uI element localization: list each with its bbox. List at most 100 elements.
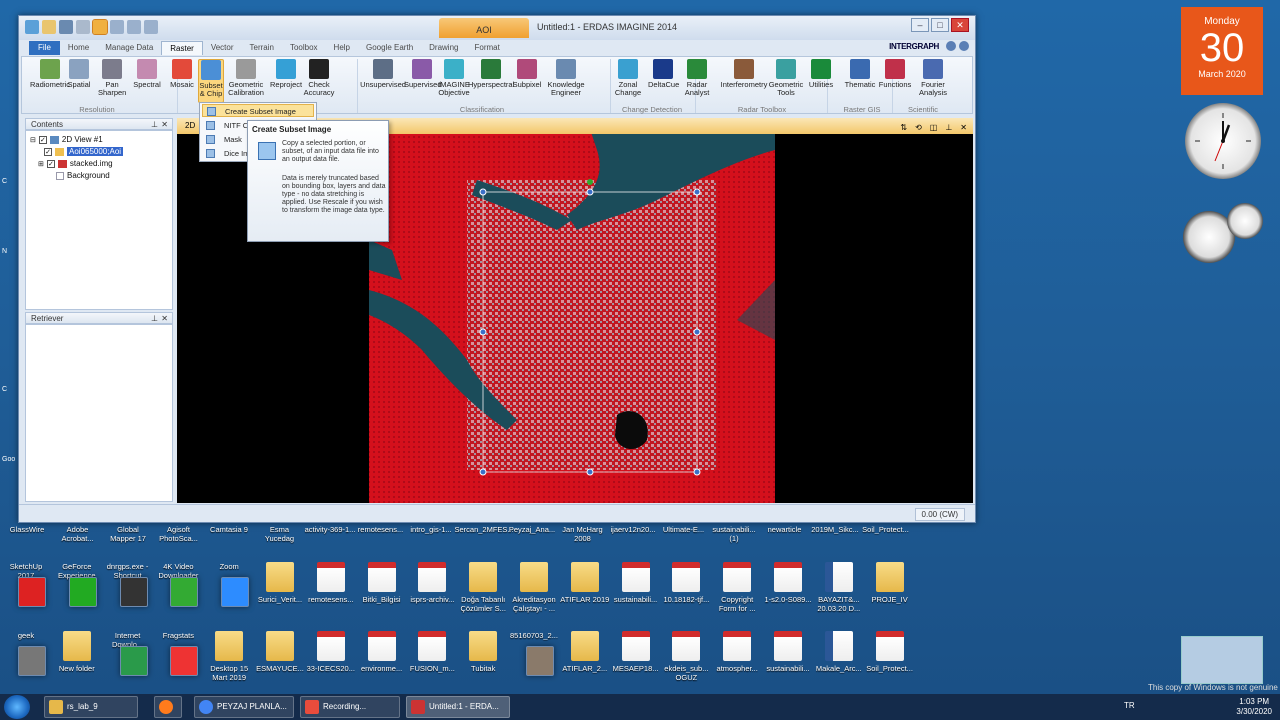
desktop-icon[interactable]: Desktop 15 Mart 2019 [203,631,255,682]
redo-icon[interactable] [144,20,158,34]
desktop-icon[interactable]: isprs-archiv... [406,562,458,604]
close-icon[interactable]: ✕ [161,119,168,130]
ribbon-button-interferometry[interactable]: Interferometry [718,59,770,103]
desktop-icon[interactable]: ekdeis_sub... OGUZ [660,631,712,682]
select-icon[interactable] [92,19,108,35]
desktop-icon-label[interactable]: Soil_Protect... [859,525,913,534]
close-button[interactable]: ✕ [951,18,969,32]
desktop-icon[interactable]: 1-s2.0-S089... [762,562,814,604]
taskbar-item-firefox[interactable] [154,696,182,718]
desktop-icon-label[interactable]: newarticle [758,525,812,534]
desktop-icon-label[interactable]: ijaerv12n20... [606,525,660,534]
desktop-icon[interactable]: FUSION_m... [406,631,458,673]
ribbon-button-check-accuracy[interactable]: Check Accuracy [302,59,336,103]
ribbon-button-reproject[interactable]: Reproject [270,59,302,103]
desktop-icon[interactable]: Makale_Arc... [813,631,865,673]
desktop-icon[interactable]: Surici_Verit... [254,562,306,604]
ribbon-button-subset-chip[interactable]: Subset & Chip [198,59,224,103]
desktop-icon[interactable]: MESAEP18... [610,631,662,673]
desktop-icon[interactable]: 10.18182-tjf... [660,562,712,604]
tree-item-stacked[interactable]: ⊞ ✓ stacked.img [38,159,113,168]
desktop-icon-label[interactable]: Ultimate-E... [657,525,711,534]
tree-item-aoi[interactable]: ✓ Aoi065000;Aoi [44,147,124,156]
checkbox[interactable] [56,171,64,180]
tab-google-earth[interactable]: Google Earth [358,41,421,55]
taskbar-item-recording[interactable]: Recording... [300,696,400,718]
ribbon-button-functions[interactable]: Functions [878,59,912,103]
desktop-icon-label[interactable]: Adobe Acrobat... [51,525,105,543]
desktop-icon-label[interactable]: GlassWire [0,525,54,534]
tab-toolbox[interactable]: Toolbox [282,41,326,55]
expand-icon[interactable]: ⊞ [38,160,44,168]
ribbon-button-geometric-tools[interactable]: Geometric Tools [768,59,804,103]
tab-terrain[interactable]: Terrain [242,41,282,55]
desktop-icon[interactable]: 33-ICECS20... [305,631,357,673]
desktop-icon-label[interactable]: sustainabili... (1) [707,525,761,543]
checkbox[interactable]: ✓ [44,147,52,156]
network-monitor-gadget[interactable] [1181,636,1263,684]
desktop-icon[interactable]: Tubitak [457,631,509,673]
start-button[interactable] [4,695,30,719]
clock-gadget[interactable] [1185,103,1261,179]
desktop-icon-label[interactable]: Jan McHarg 2008 [556,525,610,543]
ribbon-button-utilities[interactable]: Utilities [804,59,838,103]
desktop-icon-label[interactable]: Camtasia 9 [202,525,256,534]
desktop-icon-label[interactable]: Global Mapper 17 [101,525,155,543]
ribbon-button-spatial[interactable]: Spatial [64,59,94,103]
calendar-gadget[interactable]: Monday 30 March 2020 [1181,7,1263,95]
desktop-icon[interactable]: Zoom [203,562,255,607]
close-icon[interactable]: ✕ [161,313,168,324]
desktop-icon[interactable]: PROJE_IV [864,562,916,604]
desktop-icon[interactable]: Copyright Form for ... [711,562,763,613]
desktop-icon[interactable]: Internet Downlo... [102,631,154,676]
desktop-icon[interactable]: Fragstats [152,631,204,676]
desktop-icon-label[interactable]: Esma Yucedag [253,525,307,543]
tab-help[interactable]: Help [326,41,358,55]
tab-manage-data[interactable]: Manage Data [97,41,161,55]
desktop-icon[interactable]: ATIFLAR 2019 [559,562,611,604]
undo-icon[interactable] [127,20,141,34]
ribbon-button-mosaic[interactable]: Mosaic [168,59,196,103]
help-icon[interactable] [959,41,969,51]
ribbon-button-pan-sharpen[interactable]: Pan Sharpen [98,59,126,103]
ribbon-button-geometric-calibration[interactable]: Geometric Calibration [224,59,268,103]
ribbon-button-fourier-analysis[interactable]: Fourier Analysis [914,59,952,103]
desktop-icon-label[interactable]: 2019M_Sikc... [808,525,862,534]
desktop-icon[interactable]: environme... [356,631,408,673]
desktop-icon[interactable]: ESMAYUCE... [254,631,306,673]
system-clock[interactable]: 1:03 PM 3/30/2020 [1236,697,1272,717]
desktop-icon-label[interactable]: intro_gis-1... [404,525,458,534]
desktop-icon[interactable]: ATIFLAR_2... [559,631,611,673]
checkbox[interactable]: ✓ [38,135,47,144]
tab-vector[interactable]: Vector [203,41,242,55]
desktop-icon[interactable]: 4K Video Downloader [152,562,204,607]
ribbon-button-radar-analyst[interactable]: Radar Analyst [682,59,712,103]
tab-drawing[interactable]: Drawing [421,41,466,55]
contextual-tab-aoi[interactable]: AOI [439,18,529,38]
close-icon[interactable]: ✕ [960,120,967,136]
ribbon-button-supervised[interactable]: Supervised [404,59,442,103]
app-logo-icon[interactable] [25,20,39,34]
ribbon-button-subpixel[interactable]: Subpixel [512,59,542,103]
open-icon[interactable] [42,20,56,34]
tab-home[interactable]: Home [60,41,97,55]
taskbar-item-erdas[interactable]: Untitled:1 - ERDA... [406,696,510,718]
pin-icon[interactable]: ⊥ [945,120,952,136]
desktop-icon[interactable]: atmospher... [711,631,763,673]
menu-item-create-subset-image[interactable]: Create Subset Image [202,104,314,117]
desktop-icon-label[interactable]: remotesens... [354,525,408,534]
taskbar-item-explorer[interactable]: rs_lab_9 [44,696,138,718]
print-icon[interactable] [76,20,90,34]
desktop-icon[interactable]: Soil_Protect... [864,631,916,673]
ribbon-button-hyperspectral[interactable]: Hyperspectral [468,59,514,103]
desktop-icon[interactable]: Doğa Tabanlı Çözümler S... [457,562,509,613]
sync-icon[interactable]: ⇅ [900,120,907,136]
ribbon-button-deltacue[interactable]: DeltaCue [648,59,679,103]
desktop-icon-label[interactable]: Agisoft PhotoSca... [152,525,206,543]
desktop-icon-label[interactable]: activity-369-1... [303,525,357,534]
ribbon-button-zonal-change[interactable]: Zonal Change [612,59,644,103]
tree-item-2d-view[interactable]: ⊟ ✓ 2D View #1 [30,135,103,144]
desktop-icon[interactable]: New folder [51,631,103,673]
ribbon-button-knowledge-engineer[interactable]: Knowledge Engineer [544,59,588,103]
ribbon-button-unsupervised[interactable]: Unsupervised [360,59,406,103]
